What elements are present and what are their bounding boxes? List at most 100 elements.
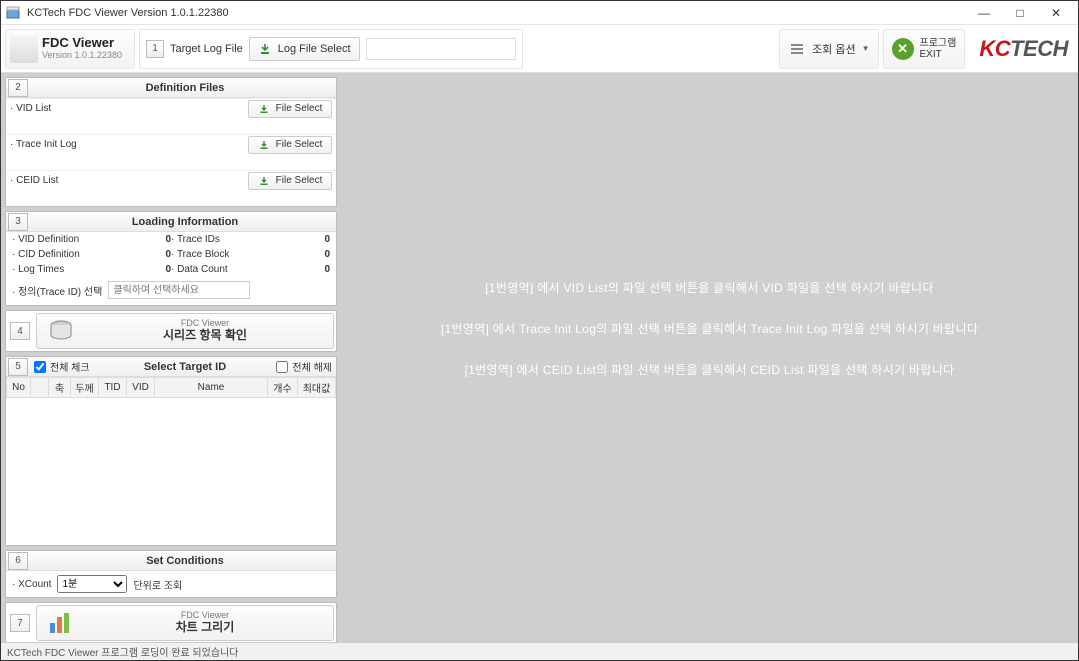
definition-row-ceid: CEID List File Select [6,170,336,190]
panel-draw-chart: 7 FDC Viewer 차트 그리기 [5,602,337,642]
download-icon [258,103,270,115]
trace-ids-label: Trace IDs [171,234,220,245]
instruction-messages: [1번영역] 에서 VID List의 파일 선택 버튼을 클릭해서 VID 파… [370,268,1048,390]
definition-row-vid: VID List File Select [6,98,336,118]
log-times-label: Log Times [12,264,64,275]
brand-box: FDC Viewer Version 1.0.1.22380 [5,29,135,69]
vid-list-label: VID List [10,103,100,114]
view-options-button[interactable]: 조회 옵션 ▼ [779,29,878,69]
trace-id-select-input[interactable] [108,281,250,299]
vid-list-path [104,101,244,117]
panel-select-target: 5 전체 체크 Select Target ID 전체 해제 No 축 두께 T… [5,356,337,546]
company-logo: KCTECH [969,29,1074,69]
log-file-select-button[interactable]: Log File Select [249,37,360,61]
col-tid[interactable]: TID [99,378,127,398]
xcount-select[interactable]: 1분 [57,575,127,593]
step-1-badge: 1 [146,40,164,58]
col-axis[interactable]: 축 [49,378,71,398]
uncheck-all[interactable]: 전체 해제 [276,359,332,374]
status-bar: KCTech FDC Viewer 프로그램 로딩이 완료 되었습니다 [1,642,1078,660]
toolbar: FDC Viewer Version 1.0.1.22380 1 Target … [1,25,1078,73]
status-text: KCTech FDC Viewer 프로그램 로딩이 완료 되었습니다 [7,644,238,659]
draw-chart-main: 차트 그리기 [85,621,325,634]
col-no[interactable]: No [7,378,31,398]
log-file-select-label: Log File Select [278,43,351,55]
brand-version: Version 1.0.1.22380 [42,51,122,61]
window-controls: — □ ✕ [966,2,1074,24]
ceid-file-select-button[interactable]: File Select [248,172,332,190]
download-icon [258,139,270,151]
vid-file-select-button[interactable]: File Select [248,100,332,118]
panel-definition-files: 2 Definition Files VID List File Select … [5,77,337,207]
exit-label-1: 프로그램 [920,38,957,49]
app-icon [5,5,21,21]
step-5-badge: 5 [8,358,28,376]
target-log-path [366,38,516,60]
col-check[interactable] [31,378,49,398]
check-all[interactable]: 전체 체크 [34,359,90,374]
list-icon [788,40,806,58]
data-count-label: Data Count [171,264,228,275]
instruction-2: [1번영역] 에서 Trace Init Log의 파일 선택 버튼을 클릭해서… [370,309,1048,350]
database-icon [45,317,77,345]
ceid-list-path [104,173,244,189]
col-vid[interactable]: VID [127,378,155,398]
window-title: KCTech FDC Viewer Version 1.0.1.22380 [27,7,966,19]
exit-icon: ✕ [892,38,914,60]
panel-3-title: Loading Information [34,216,336,228]
cid-def-label: CID Definition [12,249,80,260]
maximize-button[interactable]: □ [1002,2,1038,24]
col-name[interactable]: Name [155,378,268,398]
step-7-badge: 7 [10,614,30,632]
trace-block-value: 0 [324,249,330,260]
series-confirm-main: 시리즈 항목 확인 [85,329,325,342]
step-6-badge: 6 [8,552,28,570]
series-confirm-button[interactable]: FDC Viewer 시리즈 항목 확인 [36,313,334,349]
trace-ids-value: 0 [324,234,330,245]
target-log-area: 1 Target Log File Log File Select [139,29,523,69]
exit-button[interactable]: ✕ 프로그램 EXIT [883,29,966,69]
ceid-list-label: CEID List [10,175,100,186]
left-panel: 2 Definition Files VID List File Select … [1,73,341,642]
col-count[interactable]: 개수 [268,378,298,398]
instruction-3: [1번영역] 에서 CEID List의 파일 선택 버튼을 클릭해서 CEID… [370,349,1048,390]
main-area: 2 Definition Files VID List File Select … [1,73,1078,642]
target-table[interactable]: No 축 두께 TID VID Name 개수 최대값 [6,377,336,545]
step-3-badge: 3 [8,213,28,231]
col-thickness[interactable]: 두께 [71,378,99,398]
trace-block-label: Trace Block [171,249,229,260]
chart-icon [45,609,77,637]
data-count-value: 0 [324,264,330,275]
panel-6-title: Set Conditions [34,555,336,567]
download-icon [258,175,270,187]
trace-init-path [104,137,244,153]
instruction-1: [1번영역] 에서 VID List의 파일 선택 버튼을 클릭해서 VID 파… [370,268,1048,309]
check-all-checkbox[interactable] [34,361,46,373]
trace-init-label: Trace Init Log [10,139,100,150]
exit-label-2: EXIT [920,49,957,60]
trace-file-select-button[interactable]: File Select [248,136,332,154]
logo-kc: KC [979,36,1010,62]
step-2-badge: 2 [8,79,28,97]
vid-def-label: VID Definition [12,234,79,245]
minimize-button[interactable]: — [966,2,1002,24]
titlebar: KCTech FDC Viewer Version 1.0.1.22380 — … [1,1,1078,25]
trace-id-select-label: 정의(Trace ID) 선택 [12,283,102,298]
definition-row-trace: Trace Init Log File Select [6,134,336,154]
panel-series-confirm: 4 FDC Viewer 시리즈 항목 확인 [5,310,337,352]
uncheck-all-checkbox[interactable] [276,361,288,373]
panel-loading-info: 3 Loading Information VID Definition 0 Tr… [5,211,337,306]
logo-tech: TECH [1010,36,1068,62]
target-log-label: Target Log File [170,43,243,55]
panel-5-title: Select Target ID [94,361,277,373]
brand-icon [10,35,38,63]
chevron-down-icon: ▼ [862,44,870,53]
xcount-label: XCount [12,579,51,590]
brand-title: FDC Viewer [42,36,122,50]
draw-chart-button[interactable]: FDC Viewer 차트 그리기 [36,605,334,641]
step-4-badge: 4 [10,322,30,340]
close-button[interactable]: ✕ [1038,2,1074,24]
panel-conditions: 6 Set Conditions XCount 1분 단위로 조회 [5,550,337,598]
download-icon [258,42,272,56]
col-max[interactable]: 최대값 [298,378,336,398]
